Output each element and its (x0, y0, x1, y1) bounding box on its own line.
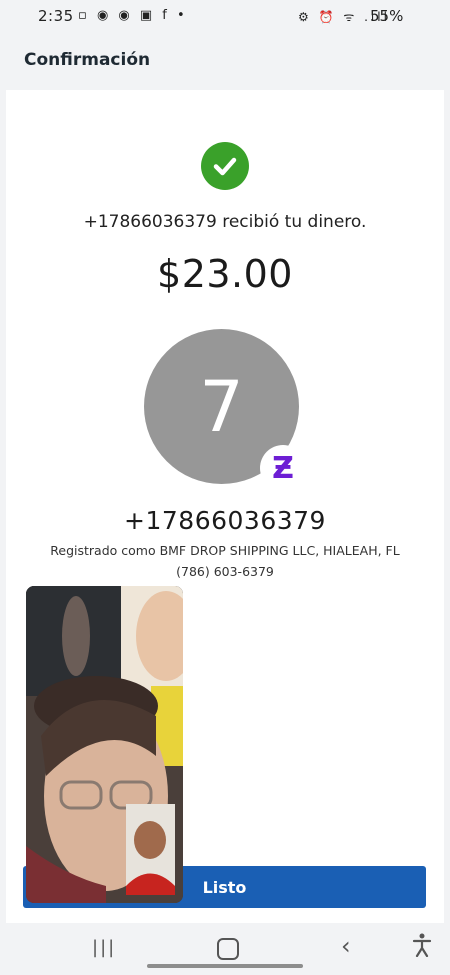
recent-apps-icon[interactable]: ||| (92, 937, 116, 958)
received-message: +17866036379 recibió tu dinero. (83, 212, 367, 232)
zelle-icon: Ƶ (260, 445, 306, 491)
page-title: Confirmación (24, 50, 151, 70)
formatted-phone: (786) 603-6379 (176, 564, 274, 579)
amount-sent: $23.00 (157, 252, 293, 296)
app-header: Confirmación (0, 34, 450, 90)
accessibility-icon[interactable] (412, 933, 432, 961)
notification-icons: ▫ ◉ ◉ ▣ f • (78, 8, 188, 23)
status-time: 2:35 (38, 7, 74, 25)
back-icon[interactable]: ‹ (341, 932, 351, 960)
registered-as: Registrado como BMF DROP SHIPPING LLC, H… (50, 543, 400, 558)
recipient-phone: +17866036379 (124, 506, 326, 535)
battery-level: 55% (370, 7, 404, 25)
video-call-feed (26, 586, 183, 903)
status-bar: 2:35 ▫ ◉ ◉ ▣ f • ⚙ ⏰ ᯤ .ıll 55% (0, 0, 450, 34)
home-indicator[interactable] (147, 964, 303, 968)
check-icon (201, 142, 249, 190)
home-icon[interactable] (217, 938, 239, 960)
avatar-initial: 7 (199, 365, 244, 448)
video-call-overlay[interactable] (26, 586, 183, 903)
